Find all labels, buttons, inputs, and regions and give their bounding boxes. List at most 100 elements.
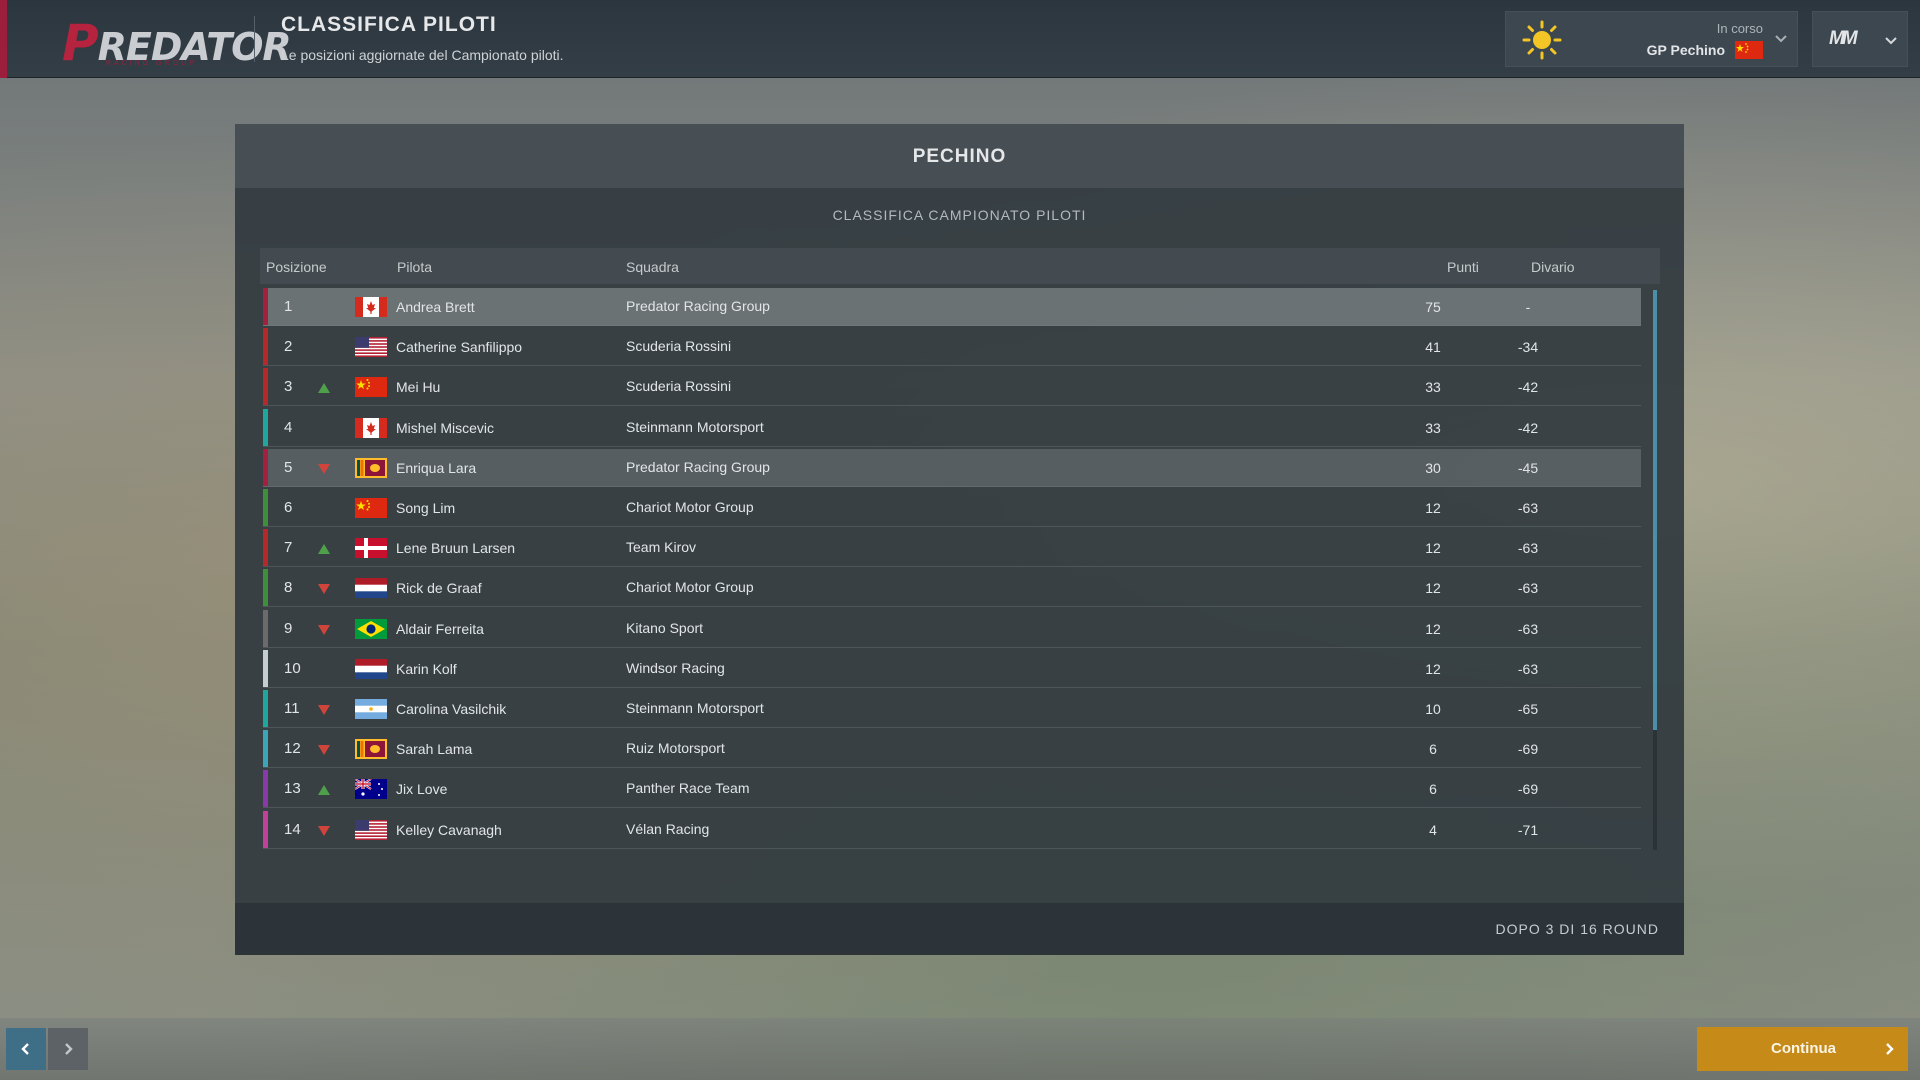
points-value: 33 — [1425, 379, 1441, 396]
driver-name[interactable]: Rick de Graaf — [396, 580, 482, 596]
table-row[interactable]: 9 Aldair Ferreita Kitano Sport 12 -63 — [263, 609, 1641, 648]
driver-name[interactable]: Song Lim — [396, 500, 455, 516]
team-name[interactable]: Chariot Motor Group — [626, 579, 754, 595]
table-row[interactable]: 4 Mishel Miscevic Steinmann Motorsport 33 -4… — [263, 408, 1641, 447]
column-gap[interactable]: Divario — [1531, 259, 1575, 275]
driver-name[interactable]: Jix Love — [396, 781, 447, 797]
driver-name[interactable]: Enriqua Lara — [396, 460, 476, 476]
panel-title: PECHINO — [912, 146, 1007, 167]
continue-button[interactable]: Continua — [1697, 1027, 1908, 1071]
arrow-down-icon — [318, 745, 330, 756]
team-color-bar — [263, 288, 268, 325]
driver-name[interactable]: Sarah Lama — [396, 741, 472, 757]
previous-button[interactable] — [6, 1028, 46, 1070]
standings-list[interactable]: 1 Andrea Brett Predator Racing Group 75-2 Ca… — [263, 288, 1655, 850]
chevron-down-icon[interactable] — [1773, 30, 1789, 46]
team-color-bar — [263, 690, 268, 727]
team-name[interactable]: Ruiz Motorsport — [626, 740, 725, 756]
table-row[interactable]: 10 Karin Kolf Windsor Racing 12 -63 — [263, 649, 1641, 688]
chevron-down-icon[interactable] — [1883, 32, 1899, 48]
team-color-bar — [263, 609, 268, 647]
team-name[interactable]: Kitano Sport — [626, 620, 703, 636]
driver-name[interactable]: Kelley Cavanagh — [396, 822, 502, 838]
team-name[interactable]: Predator Racing Group — [626, 459, 770, 475]
next-button[interactable] — [48, 1028, 88, 1070]
gap-value: -69 — [1517, 781, 1539, 798]
team-color-bar — [263, 368, 268, 406]
table-row[interactable]: 3 Mei Hu Scuderia Rossini 33 -42 — [263, 368, 1641, 407]
gap-value: -42 — [1517, 419, 1539, 436]
team-name[interactable]: Steinmann Motorsport — [626, 700, 764, 716]
table-row[interactable]: 12 Sarah Lama Ruiz Motorsport 6 -69 — [263, 730, 1641, 769]
round-info: DOPO 3 DI 16 ROUND — [1495, 921, 1659, 937]
argentina-flag-icon — [355, 699, 387, 719]
gap-value: -71 — [1517, 821, 1539, 838]
gap-value: -63 — [1517, 620, 1539, 637]
team-color-bar — [263, 408, 268, 446]
table-row[interactable]: 6 Song Lim Chariot Motor Group 12 -63 — [263, 489, 1641, 527]
table-row[interactable]: 2 Catherine Sanfilippo Scuderia Rossini 41 -… — [263, 328, 1641, 367]
arrow-up-icon — [318, 785, 330, 796]
team-name[interactable]: Scuderia Rossini — [626, 378, 731, 394]
points-value: 6 — [1429, 741, 1437, 758]
points-value: 6 — [1429, 781, 1437, 798]
driver-name[interactable]: Carolina Vasilchik — [396, 701, 506, 717]
column-points[interactable]: Punti — [1447, 259, 1479, 275]
position-value: 13 — [284, 780, 301, 798]
table-row[interactable]: 8 Rick de Graaf Chariot Motor Group 12 -63 — [263, 569, 1641, 608]
scrollbar-thumb[interactable] — [1653, 290, 1657, 730]
chevron-right-icon — [65, 1043, 73, 1055]
driver-name[interactable]: Andrea Brett — [396, 299, 475, 315]
table-row[interactable]: 7 Lene Bruun Larsen Team Kirov 12 -63 — [263, 529, 1641, 568]
usa-flag-icon — [355, 819, 387, 840]
china-flag-icon — [355, 498, 387, 518]
position-value: 4 — [284, 418, 293, 436]
position-value: 6 — [284, 499, 293, 516]
accent-strip — [0, 0, 7, 78]
logo-subtext: RACING GROUP — [106, 60, 197, 67]
gap-value: -63 — [1517, 660, 1539, 677]
gap-value: -63 — [1517, 540, 1539, 557]
brazil-flag-icon — [355, 618, 387, 639]
table-row[interactable]: 1 Andrea Brett Predator Racing Group 75 - — [263, 288, 1641, 326]
team-name[interactable]: Scuderia Rossini — [626, 338, 731, 354]
team-color-bar — [263, 810, 268, 848]
driver-name[interactable]: Aldair Ferreita — [396, 621, 484, 637]
team-name[interactable]: Steinmann Motorsport — [626, 419, 764, 435]
position-value: 7 — [284, 539, 293, 557]
column-position[interactable]: Posizione — [266, 259, 327, 275]
panel-footer: DOPO 3 DI 16 ROUND — [235, 903, 1684, 955]
race-selector[interactable]: In corso GP Pechino — [1505, 11, 1798, 67]
team-name[interactable]: Team Kirov — [626, 539, 696, 555]
team-color-bar — [263, 730, 268, 768]
team-color-bar — [263, 649, 268, 687]
column-driver[interactable]: Pilota — [397, 259, 432, 275]
team-name[interactable]: Chariot Motor Group — [626, 499, 754, 515]
driver-name[interactable]: Karin Kolf — [396, 661, 457, 677]
team-name[interactable]: Windsor Racing — [626, 660, 725, 676]
driver-name[interactable]: Mishel Miscevic — [396, 420, 494, 436]
driver-name[interactable]: Lene Bruun Larsen — [396, 540, 515, 556]
position-value: 12 — [284, 740, 301, 758]
page-title: CLASSIFICA PILOTI — [281, 13, 497, 36]
team-name[interactable]: Predator Racing Group — [626, 298, 770, 314]
column-team[interactable]: Squadra — [626, 259, 679, 275]
page-subtitle: Le posizioni aggiornate del Campionato p… — [281, 47, 564, 63]
gap-value: -63 — [1517, 500, 1539, 516]
points-value: 41 — [1425, 339, 1441, 356]
sun-icon — [1522, 20, 1562, 60]
table-row[interactable]: 13 Jix Love Panther Race Team 6 -69 — [263, 770, 1641, 809]
points-value: 12 — [1425, 660, 1441, 677]
driver-name[interactable]: Catherine Sanfilippo — [396, 339, 522, 355]
manager-menu[interactable]: MM — [1812, 11, 1908, 67]
table-row[interactable]: 5 Enriqua Lara Predator Racing Group 30 -45 — [263, 448, 1641, 487]
points-value: 30 — [1425, 459, 1441, 476]
team-name[interactable]: Panther Race Team — [626, 780, 749, 796]
table-row[interactable]: 11 Carolina Vasilchik Steinmann Motorsport… — [263, 690, 1641, 728]
continue-label: Continua — [1771, 1040, 1836, 1057]
team-color-bar — [263, 529, 268, 567]
table-row[interactable]: 14 Kelley Cavanagh Vélan Racing 4 -71 — [263, 810, 1641, 849]
canada-flag-icon — [355, 297, 387, 317]
driver-name[interactable]: Mei Hu — [396, 379, 440, 395]
team-name[interactable]: Vélan Racing — [626, 821, 709, 837]
